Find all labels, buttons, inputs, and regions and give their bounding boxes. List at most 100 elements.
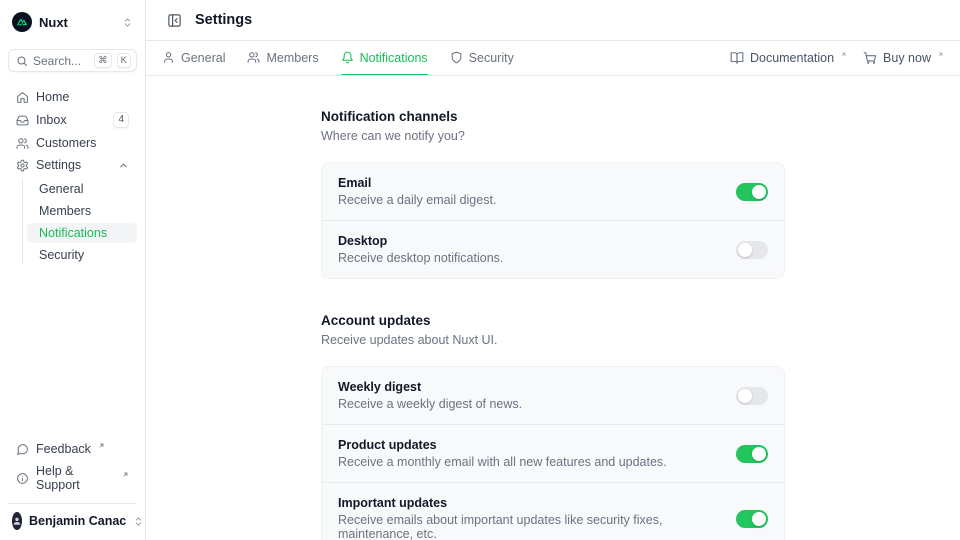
tabbar-actions: Documentation Buy now [730,41,944,75]
chevron-up-down-icon [122,17,133,28]
tab-label: General [181,51,225,65]
setting-description: Receive a weekly digest of news. [338,397,720,411]
setting-row-important-updates: Important updates Receive emails about i… [322,482,784,540]
setting-description: Receive emails about important updates l… [338,513,720,540]
cart-icon [863,51,877,65]
home-icon [16,91,29,104]
workspace-name: Nuxt [39,15,68,30]
avatar [12,512,22,530]
workspace-switcher[interactable]: Nuxt [8,10,137,34]
section-title: Account updates [321,313,785,328]
tab-label: Security [469,51,514,65]
sidebar-item-label: Customers [36,136,96,150]
tab-general[interactable]: General [162,41,225,75]
search-field[interactable] [33,54,89,68]
setting-label: Email [338,176,720,190]
setting-label: Important updates [338,496,720,510]
user-menu[interactable]: Benjamin Canac [8,503,137,532]
person-icon [162,51,175,64]
tab-label: Notifications [360,51,428,65]
sidebar-item-label: Inbox [36,113,67,127]
sidebar-item-members[interactable]: Members [27,201,137,221]
search-icon [16,55,28,67]
setting-row-email: Email Receive a daily email digest. [322,163,784,220]
sidebar-item-settings[interactable]: Settings [8,155,137,175]
gear-icon [16,159,29,172]
sidebar-item-home[interactable]: Home [8,87,137,107]
external-link-icon [98,442,105,449]
desktop-toggle[interactable] [736,241,768,259]
user-name: Benjamin Canac [29,514,126,528]
kbd-k: K [117,53,131,68]
users-icon [16,137,29,150]
email-toggle[interactable] [736,183,768,201]
book-icon [730,51,744,65]
sidebar-item-label: Settings [36,158,81,172]
setting-description: Receive desktop notifications. [338,251,720,265]
sidebar-item-label: Home [36,90,69,104]
section-description: Where can we notify you? [321,129,785,143]
setting-row-desktop: Desktop Receive desktop notifications. [322,220,784,278]
notification-channels-section: Notification channels Where can we notif… [321,109,785,279]
action-label: Buy now [883,51,931,65]
product-updates-toggle[interactable] [736,445,768,463]
important-updates-toggle[interactable] [736,510,768,528]
action-label: Documentation [750,51,834,65]
account-updates-card: Weekly digest Receive a weekly digest of… [321,366,785,540]
sidebar-item-customers[interactable]: Customers [8,133,137,153]
panel-left-close-icon [167,13,182,28]
footer-link-label: Feedback [36,442,91,456]
sidebar-footer: Feedback Help & Support Benjamin Canac [8,439,137,532]
page-header: Settings [146,0,960,41]
shield-icon [450,51,463,64]
settings-sub-nav: General Members Notifications Security [22,179,137,265]
setting-label: Weekly digest [338,380,720,394]
section-title: Notification channels [321,109,785,124]
setting-label: Product updates [338,438,720,452]
search-input[interactable]: ⌘ K [8,49,137,72]
sidebar-item-general[interactable]: General [27,179,137,199]
external-link-icon [840,51,847,58]
inbox-count-badge: 4 [113,112,129,128]
notification-channels-card: Email Receive a daily email digest. Desk… [321,162,785,279]
sidebar-nav: Home Inbox 4 Customers Settings General … [8,87,137,267]
documentation-button[interactable]: Documentation [730,51,847,65]
weekly-digest-toggle[interactable] [736,387,768,405]
feedback-link[interactable]: Feedback [8,439,137,459]
tab-label: Members [266,51,318,65]
setting-row-weekly-digest: Weekly digest Receive a weekly digest of… [322,367,784,424]
main-area: Settings General Members Notifications S… [146,0,960,540]
setting-description: Receive a daily email digest. [338,193,720,207]
info-icon [16,472,29,485]
settings-tabs: General Members Notifications Security [162,41,514,75]
sidebar-item-notifications[interactable]: Notifications [27,223,137,243]
settings-content: Notification channels Where can we notif… [146,76,960,540]
account-updates-section: Account updates Receive updates about Nu… [321,313,785,540]
tab-security[interactable]: Security [450,41,514,75]
buy-now-button[interactable]: Buy now [863,51,944,65]
inbox-icon [16,114,29,127]
kbd-cmd: ⌘ [94,53,112,68]
help-support-link[interactable]: Help & Support [8,461,137,495]
sidebar-item-security[interactable]: Security [27,245,137,265]
tab-notifications[interactable]: Notifications [341,41,428,75]
sidebar-item-inbox[interactable]: Inbox 4 [8,109,137,131]
external-link-icon [937,51,944,58]
chevron-up-icon [118,160,129,171]
external-link-icon [122,471,129,478]
section-description: Receive updates about Nuxt UI. [321,333,785,347]
nuxt-logo-icon [12,12,32,32]
bell-icon [341,51,354,64]
sidebar: Nuxt ⌘ K Home Inbox 4 Customers Settings [0,0,146,540]
collapse-sidebar-button[interactable] [162,8,186,32]
speech-bubble-icon [16,443,29,456]
setting-label: Desktop [338,234,720,248]
tabbar: General Members Notifications Security D… [146,41,960,76]
chevron-up-down-icon [133,516,144,527]
setting-row-product-updates: Product updates Receive a monthly email … [322,424,784,482]
footer-link-label: Help & Support [36,464,115,492]
setting-description: Receive a monthly email with all new fea… [338,455,720,469]
page-title: Settings [195,12,252,28]
tab-members[interactable]: Members [247,41,318,75]
users-icon [247,51,260,64]
